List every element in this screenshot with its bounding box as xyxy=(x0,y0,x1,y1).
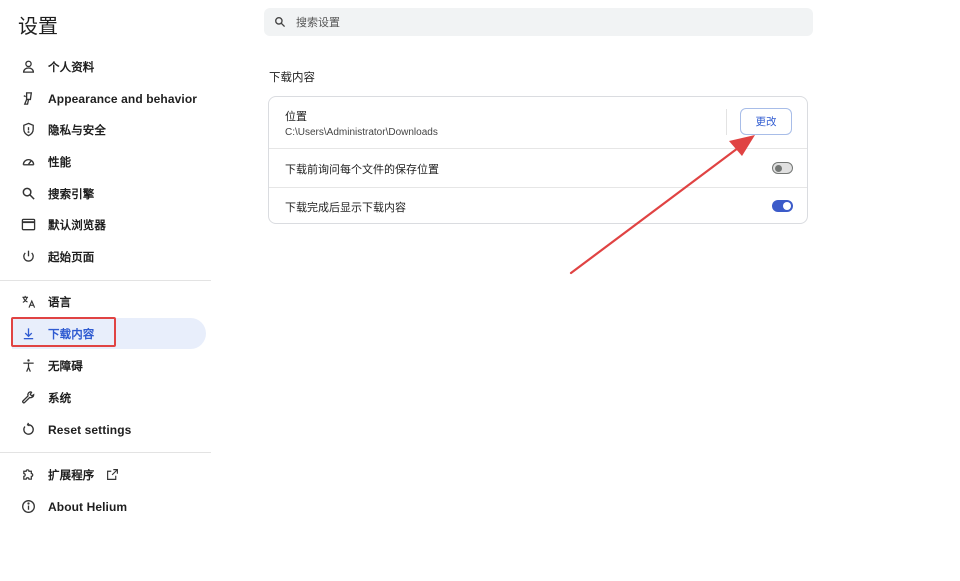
sidebar-item-label: Appearance and behavior xyxy=(48,91,198,106)
sidebar-item-startup[interactable]: 起始页面 xyxy=(12,241,206,272)
external-link-icon xyxy=(106,468,119,481)
sidebar-item-about[interactable]: About Helium xyxy=(12,491,206,522)
browser-icon xyxy=(20,217,36,233)
speedometer-icon xyxy=(20,154,36,170)
sidebar-item-profile[interactable]: 个人资料 xyxy=(12,51,206,82)
sidebar-item-privacy[interactable]: 隐私与安全 xyxy=(12,114,206,145)
translate-icon xyxy=(20,294,36,310)
show-downloads-label: 下载完成后显示下载内容 xyxy=(285,200,406,214)
person-icon xyxy=(20,59,36,75)
toggle-knob xyxy=(783,202,791,210)
sidebar-item-label: 扩展程序 xyxy=(48,467,95,482)
download-location-row: 位置 C:\Users\Administrator\Downloads 更改 xyxy=(269,97,807,148)
paint-icon xyxy=(20,91,36,107)
sidebar-item-label: 下载内容 xyxy=(48,326,95,341)
sidebar-item-label: 系统 xyxy=(48,390,72,405)
sidebar-item-default-browser[interactable]: 默认浏览器 xyxy=(12,209,206,240)
sidebar-item-label: 语言 xyxy=(48,294,72,309)
sidebar-item-label: 隐私与安全 xyxy=(48,122,106,137)
sidebar-item-label: 无障碍 xyxy=(48,358,83,373)
wrench-icon xyxy=(20,390,36,406)
sidebar-item-label: 默认浏览器 xyxy=(48,217,106,232)
location-label: 位置 xyxy=(285,109,307,123)
sidebar-item-label: About Helium xyxy=(48,499,128,514)
change-location-button[interactable]: 更改 xyxy=(740,108,792,135)
sidebar-item-accessibility[interactable]: 无障碍 xyxy=(12,350,206,381)
power-icon xyxy=(20,249,36,265)
accessibility-icon xyxy=(20,358,36,374)
sidebar-item-system[interactable]: 系统 xyxy=(12,382,206,413)
search-icon xyxy=(274,16,286,28)
location-path: C:\Users\Administrator\Downloads xyxy=(285,126,438,138)
show-downloads-row[interactable]: 下载完成后显示下载内容 xyxy=(269,187,807,225)
toggle-knob xyxy=(775,164,782,172)
sidebar-item-downloads[interactable]: 下载内容 xyxy=(12,318,206,349)
sidebar-item-performance[interactable]: 性能 xyxy=(12,146,206,177)
sidebar-item-label: Reset settings xyxy=(48,422,132,437)
reset-icon xyxy=(20,422,36,438)
shield-icon xyxy=(20,122,36,138)
row-separator xyxy=(726,109,727,135)
search-icon xyxy=(20,186,36,202)
ask-before-download-label: 下载前询问每个文件的保存位置 xyxy=(285,162,439,176)
ask-before-download-row[interactable]: 下载前询问每个文件的保存位置 xyxy=(269,148,807,188)
sidebar-item-label: 搜索引擎 xyxy=(48,186,95,201)
show-downloads-toggle[interactable] xyxy=(772,200,793,212)
download-icon xyxy=(20,326,36,342)
sidebar-item-search-engine[interactable]: 搜索引擎 xyxy=(12,178,206,209)
sidebar-divider xyxy=(0,452,211,453)
sidebar-item-language[interactable]: 语言 xyxy=(12,286,206,317)
puzzle-icon xyxy=(20,467,36,483)
sidebar-item-appearance[interactable]: Appearance and behavior xyxy=(12,83,206,114)
section-title: 下载内容 xyxy=(269,70,315,84)
downloads-card: 位置 C:\Users\Administrator\Downloads 更改 下… xyxy=(268,96,808,224)
search-bar[interactable] xyxy=(264,8,813,36)
sidebar-item-label: 个人资料 xyxy=(48,59,95,74)
ask-before-download-toggle[interactable] xyxy=(772,162,793,174)
page-title: 设置 xyxy=(18,14,58,38)
sidebar-divider xyxy=(0,280,211,281)
sidebar-item-extensions[interactable]: 扩展程序 xyxy=(12,459,206,490)
settings-app: 设置 个人资料 Appearance and behavior 隐私与安全 性能… xyxy=(0,0,960,581)
sidebar-item-label: 起始页面 xyxy=(48,249,95,264)
sidebar-item-label: 性能 xyxy=(48,154,72,169)
sidebar-item-reset[interactable]: Reset settings xyxy=(12,414,206,445)
search-input[interactable] xyxy=(294,14,778,30)
info-icon xyxy=(20,499,36,515)
